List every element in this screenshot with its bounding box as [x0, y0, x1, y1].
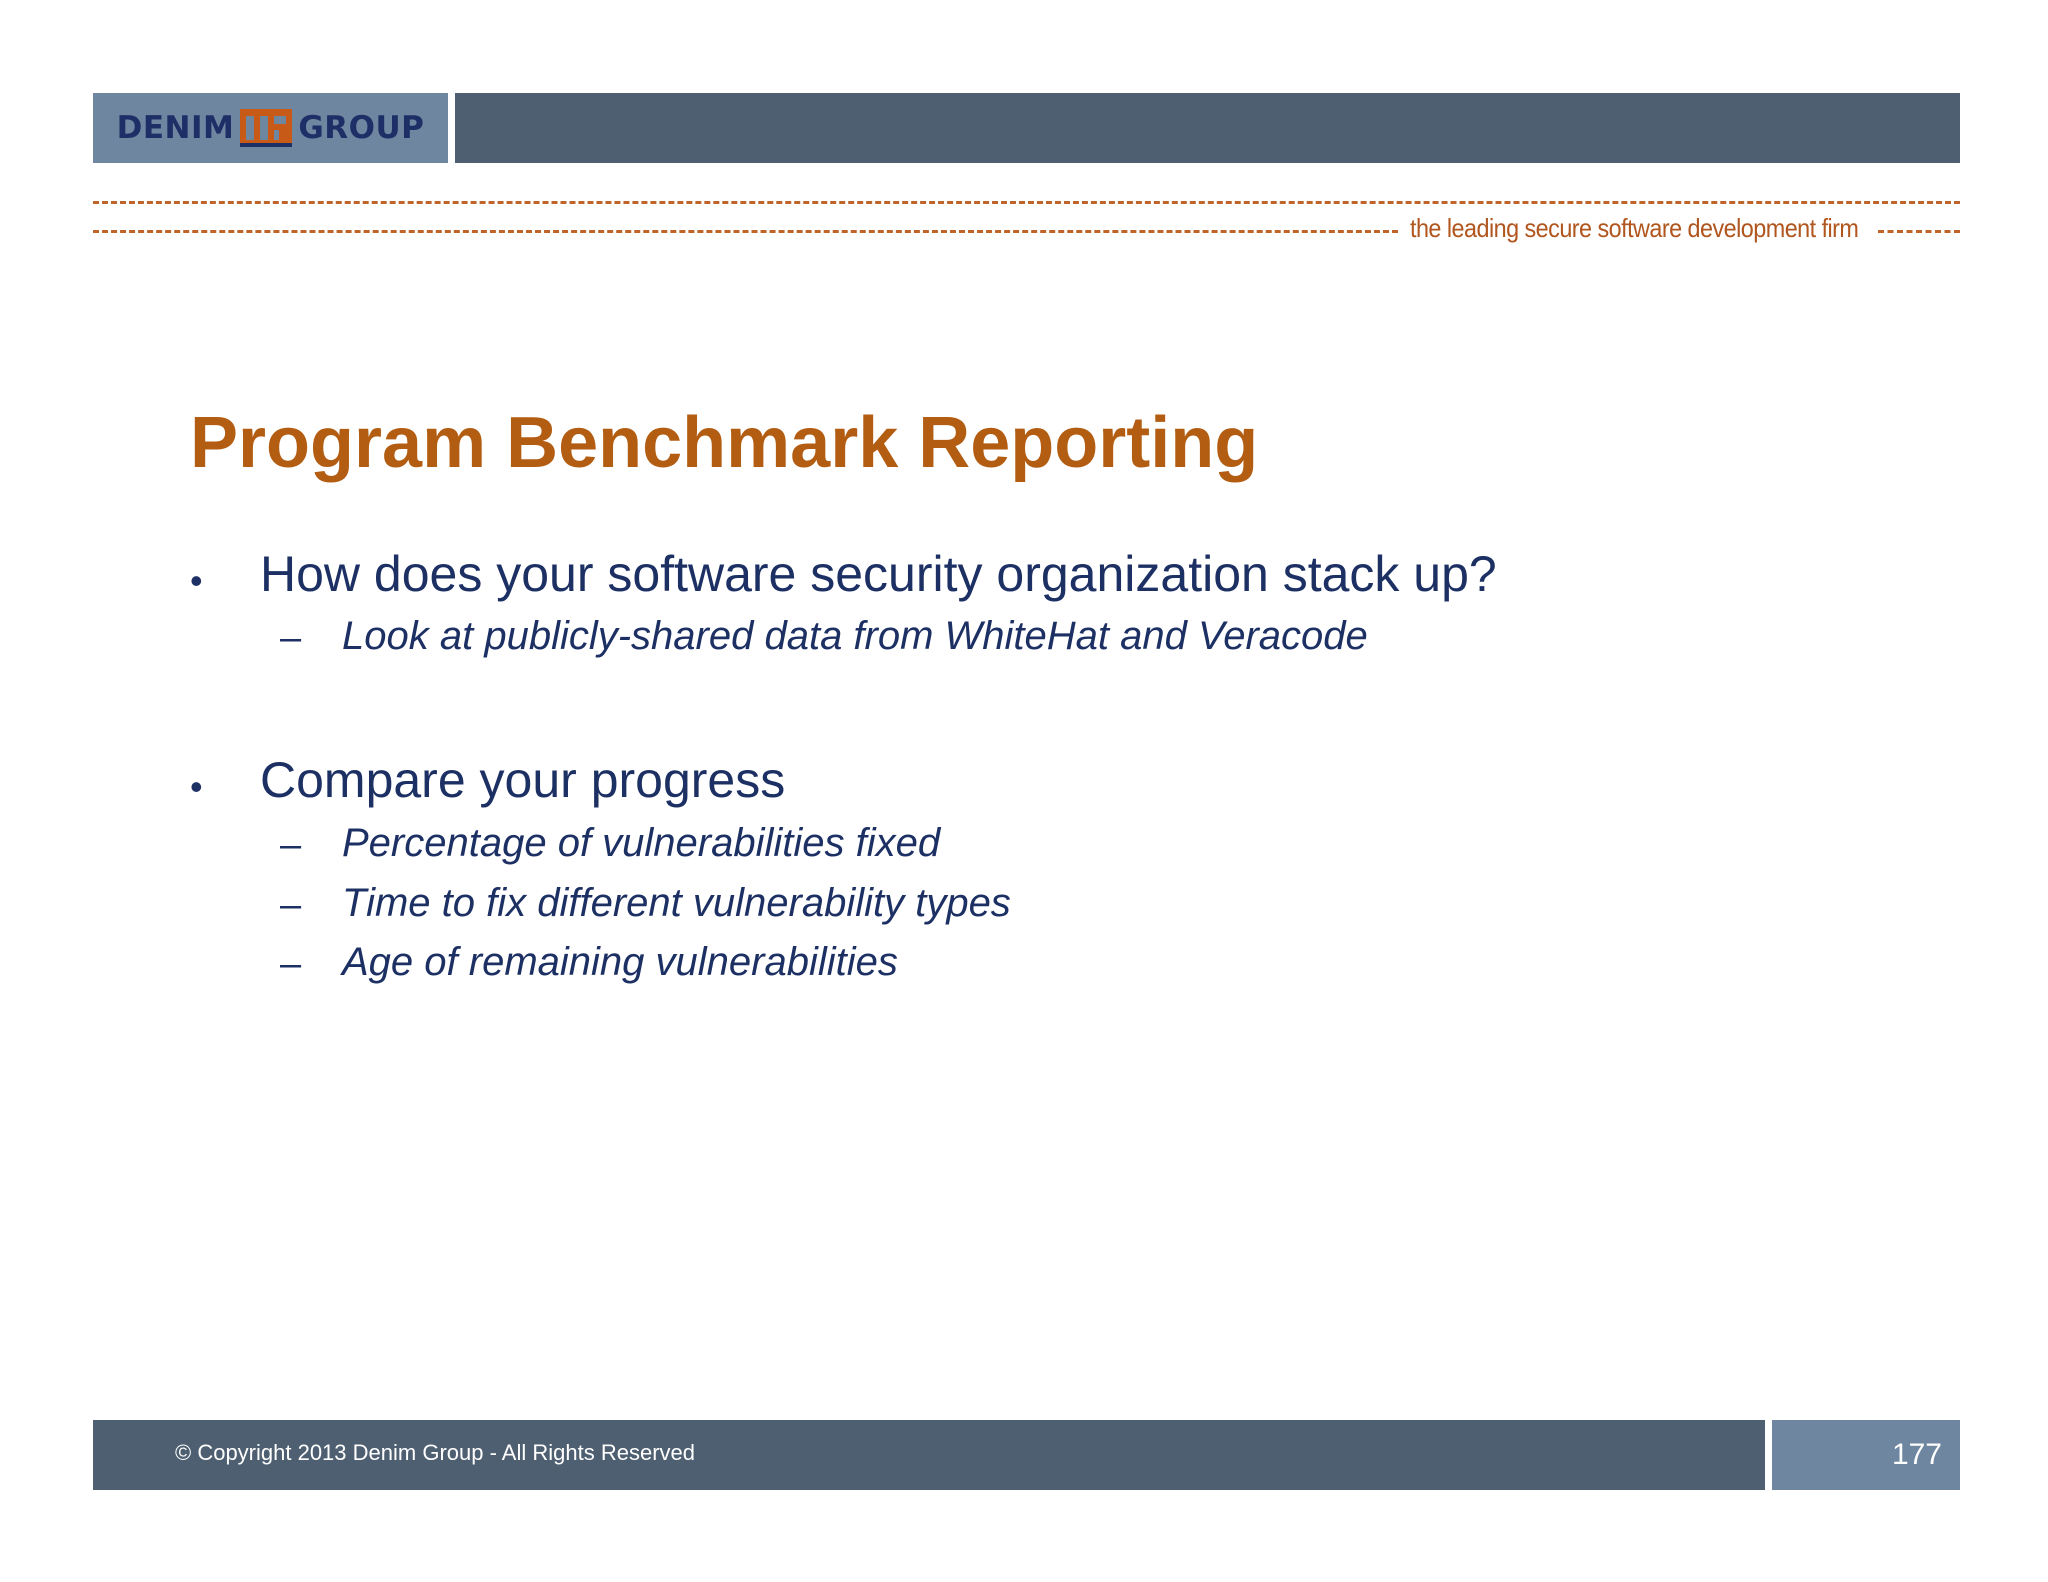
bullet-text: How does your software security organiza…: [260, 546, 1497, 602]
sub-bullet-glyph: –: [280, 824, 302, 866]
page-number: 177: [1891, 1438, 1942, 1471]
dashed-divider-top: [93, 201, 1960, 204]
sub-bullet-glyph: –: [280, 943, 302, 985]
bullet-glyph: •: [190, 766, 203, 807]
sub-bullet-glyph: –: [280, 617, 302, 659]
bullet-glyph: •: [190, 560, 203, 601]
bullet-text: Compare your progress: [260, 752, 786, 808]
copyright-text: © Copyright 2013 Denim Group - All Right…: [175, 1440, 695, 1465]
logo-box: DENIM GROUP: [93, 93, 448, 163]
slide-title: Program Benchmark Reporting: [190, 403, 1259, 483]
logo-word-right: GROUP: [298, 110, 425, 146]
sub-bullet-text: Time to fix different vulnerability type…: [342, 881, 1011, 925]
dashed-divider-bottom-left: [93, 230, 1398, 233]
sub-bullet-text: Percentage of vulnerabilities fixed: [342, 821, 941, 865]
header-bar: [455, 93, 1960, 163]
logo-mark-icon: [240, 109, 293, 147]
sub-bullet-text: Age of remaining vulnerabilities: [342, 940, 898, 984]
sub-bullet-text: Look at publicly-shared data from WhiteH…: [342, 614, 1368, 658]
sub-bullet-glyph: –: [280, 884, 302, 926]
logo-word-left: DENIM: [116, 110, 235, 146]
dashed-divider-bottom-right: [1878, 230, 1960, 233]
logo: DENIM GROUP: [117, 109, 425, 147]
tagline: the leading secure software development …: [1410, 213, 1859, 243]
